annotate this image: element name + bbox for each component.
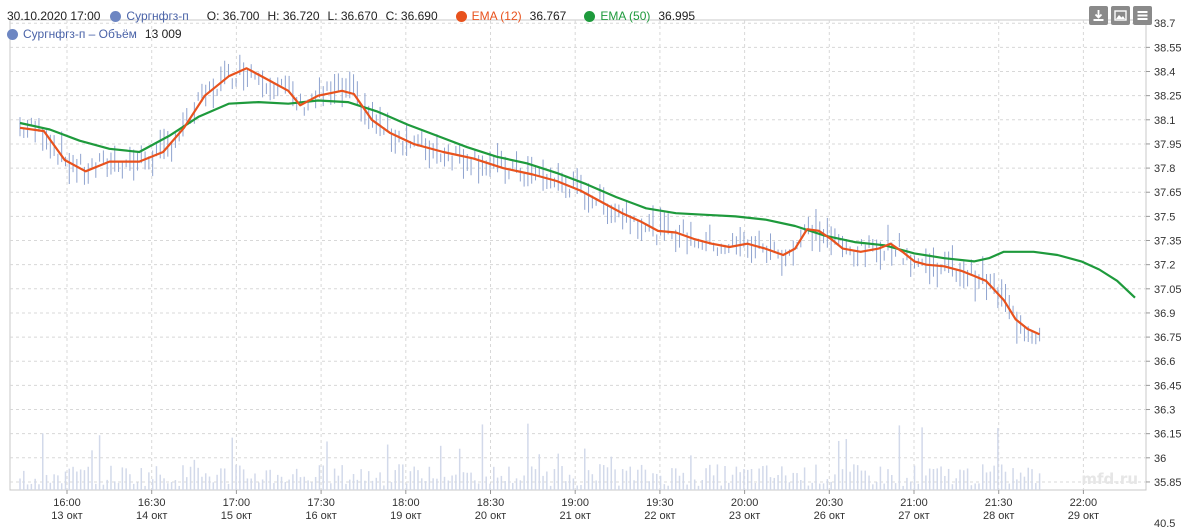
price-tick-label: 38.4 [1154,67,1175,79]
price-tick-label: 37.2 [1154,260,1175,272]
menu-icon [1137,11,1148,20]
legend-low-value: 36.670 [340,9,378,23]
legend-high-value: 36.720 [282,9,320,23]
price-tick-label: 36 [1154,453,1166,465]
legend-row-price: 30.10.2020 17:00 Сургнфгз-п O: 36.700 H:… [7,7,713,25]
time-tick-label: 21:00 [900,497,928,509]
legend-ema50[interactable]: EMA (50) 36.995 [584,8,703,24]
price-tick-label: 37.05 [1154,284,1182,296]
date-tick-label: 28 окт [983,510,1014,522]
date-tick-label: 14 окт [136,510,167,522]
volume-dot-icon [7,28,18,40]
menu-button[interactable] [1133,6,1152,25]
price-tick-label: 36.75 [1154,332,1182,344]
legend-open-value: 36.700 [222,9,260,23]
stock-chart: 38.7 38.55 38.4 38.25 38.1 37.95 37.8 37.65 37.5… [0,0,1200,532]
time-tick-label: 21:30 [985,497,1013,509]
price-tick-label: 36.3 [1154,405,1175,417]
legend-ema50-value: 36.995 [658,9,696,23]
price-tick-label: 36.6 [1154,356,1175,368]
date-tick-label: 26 окт [814,510,845,522]
chart-toolbar [1089,6,1152,25]
legend-volume-label: Сургнфгз-п – Объём [23,27,137,41]
legend-symbol[interactable]: Сургнфгз-п [110,8,196,24]
price-tick-label: 36.9 [1154,308,1175,320]
legend-ohlc: O: 36.700 H: 36.720 L: 36.670 C: 36.690 [207,8,446,24]
price-tick-label: 36.45 [1154,380,1182,392]
time-tick-label: 19:30 [646,497,674,509]
price-tick-label: 37.5 [1154,211,1175,223]
time-tick-label: 18:00 [392,497,420,509]
date-tick-label: 21 окт [560,510,591,522]
price-tick-label: 37.95 [1154,139,1182,151]
image-button[interactable] [1111,6,1130,25]
legend-ema50-label: EMA (50) [600,9,651,23]
price-tick-label: 35.85 [1154,477,1182,489]
date-tick-label: 23 окт [729,510,760,522]
time-tick-label: 19:00 [561,497,589,509]
legend-ema12-value: 36.767 [529,9,567,23]
price-tick-label: 37.35 [1154,236,1182,248]
price-tick-label: 36.15 [1154,429,1182,441]
date-tick-label: 19 окт [390,510,421,522]
time-tick-label: 16:30 [138,497,166,509]
price-tick-label: 40.5 [1154,518,1175,529]
symbol-dot-icon [110,10,122,22]
legend-open-label: O: [206,9,220,23]
plot-area [9,19,1147,491]
price-tick-label: 37.65 [1154,187,1182,199]
price-tick-label: 38.7 [1154,18,1175,30]
legend-ema12-label: EMA (12) [471,9,522,23]
time-tick-label: 18:30 [477,497,505,509]
legend-high-label: H: [267,9,280,23]
time-tick-label: 16:00 [53,497,81,509]
legend-low-label: L: [327,9,338,23]
download-icon [1093,10,1104,21]
date-tick-label: 13 окт [51,510,82,522]
legend-ema12[interactable]: EMA (12) 36.767 [455,8,575,24]
price-tick-label: 38.1 [1154,115,1175,127]
legend-symbol-name: Сургнфгз-п [126,9,189,23]
legend-datetime: 30.10.2020 17:00 [7,9,101,23]
time-tick-label: 20:00 [731,497,759,509]
legend-volume[interactable]: Сургнфгз-п – Объём 13 009 [7,26,190,42]
chart-canvas: 38.7 38.55 38.4 38.25 38.1 37.95 37.8 37.65 37.5… [9,18,1182,530]
price-tick-label: 38.25 [1154,91,1182,103]
time-tick-label: 17:00 [223,497,251,509]
date-tick-label: 15 окт [221,510,252,522]
ema50-dot-icon [584,10,596,22]
legend-volume-value: 13 009 [144,27,182,41]
legend-close-label: C: [385,9,398,23]
price-tick-label: 38.55 [1154,42,1182,54]
date-tick-label: 16 окт [305,510,336,522]
time-tick-label: 22:00 [1070,497,1098,509]
date-tick-label: 20 окт [475,510,506,522]
legend-close-value: 36.690 [400,9,438,23]
legend-row-volume: Сургнфгз-п – Объём 13 009 [7,25,713,43]
ema12-dot-icon [455,10,467,22]
image-icon [1114,10,1127,21]
time-tick-label: 20:30 [816,497,844,509]
watermark-text: mfd.ru [1081,470,1138,488]
time-tick-label: 17:30 [307,497,335,509]
download-button[interactable] [1089,6,1108,25]
price-tick-label: 37.8 [1154,163,1175,175]
date-tick-label: 29 окт [1068,510,1099,522]
date-tick-label: 22 окт [644,510,675,522]
date-tick-label: 27 окт [898,510,929,522]
chart-legend: 30.10.2020 17:00 Сургнфгз-п O: 36.700 H:… [7,7,713,43]
